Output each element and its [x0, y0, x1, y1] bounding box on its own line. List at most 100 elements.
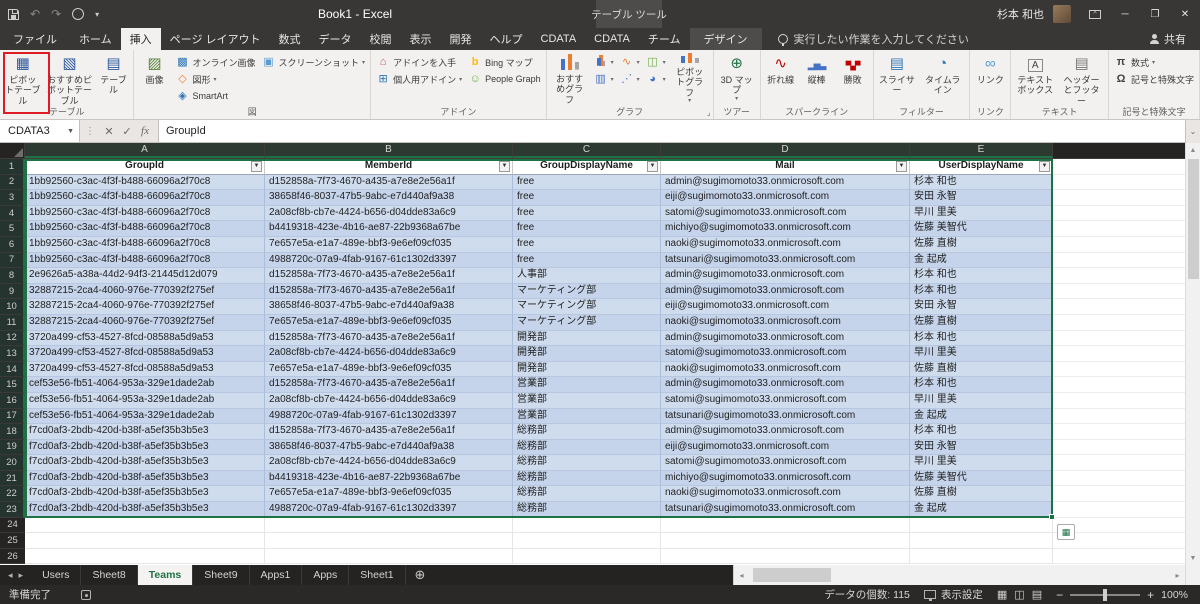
text-box-button[interactable]: テキストボックス — [1014, 52, 1056, 105]
symbol-button[interactable]: 記号と特殊文字 — [1112, 71, 1196, 87]
scroll-up-icon[interactable]: ▲ — [1190, 143, 1197, 157]
row-header[interactable]: 25 — [0, 533, 25, 549]
header-footer-button[interactable]: ヘッダーとフッター — [1058, 52, 1105, 105]
row-header[interactable]: 4 — [0, 205, 25, 222]
insert-function-icon[interactable]: fx — [136, 120, 154, 142]
cell[interactable]: 金 起成 — [910, 252, 1053, 269]
cell[interactable]: tatsunari@sugimomoto33.onmicrosoft.com — [661, 502, 910, 518]
cell[interactable]: 4988720c-07a9-4fab-9167-61c1302d3397 — [265, 502, 513, 518]
vertical-scrollbar[interactable]: ▲ ▼ — [1185, 143, 1200, 565]
cell[interactable]: michiyo@sugimomoto33.onmicrosoft.com — [661, 221, 910, 237]
cell[interactable] — [265, 533, 513, 549]
get-add-ins-button[interactable]: アドインを入手 — [374, 54, 464, 70]
my-add-ins-button[interactable]: 個人用アドイン▾ — [374, 71, 464, 87]
cell[interactable]: 2a08cf8b-cb7e-4424-b656-d04dde83a6c9 — [265, 346, 513, 362]
cell[interactable]: 1bb92560-c3ac-4f3f-b488-66096a2f70c8 — [25, 205, 265, 222]
ribbon-tab[interactable]: 数式 — [270, 28, 310, 50]
cell[interactable]: 1bb92560-c3ac-4f3f-b488-66096a2f70c8 — [25, 190, 265, 206]
cell[interactable]: 総務部 — [513, 502, 661, 518]
zoom-level[interactable]: 100% — [1161, 589, 1188, 601]
row-header[interactable]: 21 — [0, 470, 25, 487]
normal-view-button[interactable]: ▦ — [997, 588, 1007, 601]
row-header[interactable]: 22 — [0, 486, 25, 503]
cell[interactable]: f7cd0af3-2bdb-420d-b38f-a5ef35b3b5e3 — [25, 470, 265, 487]
cell[interactable]: d152858a-7f73-4670-a435-a7e8e2e56a1f — [265, 377, 513, 393]
cell[interactable]: 3720a499-cf53-4527-8fcd-08588a5d9a53 — [25, 346, 265, 362]
cell[interactable]: 安田 永智 — [910, 299, 1053, 315]
cell[interactable]: 1bb92560-c3ac-4f3f-b488-66096a2f70c8 — [25, 252, 265, 269]
new-sheet-button[interactable]: ⊕ — [406, 565, 435, 585]
cell[interactable]: 佐藤 直樹 — [910, 314, 1053, 331]
ribbon-tab[interactable]: 校閲 — [361, 28, 401, 50]
cell[interactable]: 1bb92560-c3ac-4f3f-b488-66096a2f70c8 — [25, 174, 265, 191]
zoom-out-button[interactable]: − — [1056, 588, 1063, 602]
row-header[interactable]: 8 — [0, 268, 25, 284]
cell[interactable]: satomi@sugimomoto33.onmicrosoft.com — [661, 346, 910, 362]
cell[interactable]: 佐藤 直樹 — [910, 361, 1053, 378]
winloss-sparkline-button[interactable]: 勝敗 — [836, 52, 870, 105]
cell[interactable]: 金 起成 — [910, 408, 1053, 425]
sheet-nav-right-icon[interactable]: ▸ — [19, 570, 24, 581]
column-sparkline-button[interactable]: 縦棒 — [800, 52, 834, 105]
redo-icon[interactable]: ↷ — [51, 7, 61, 21]
cell[interactable]: 2a08cf8b-cb7e-4424-b656-d04dde83a6c9 — [265, 392, 513, 409]
cell[interactable]: 4988720c-07a9-4fab-9167-61c1302d3397 — [265, 408, 513, 425]
cell[interactable]: d152858a-7f73-4670-a435-a7e8e2e56a1f — [265, 424, 513, 440]
cell[interactable]: マーケティング部 — [513, 283, 661, 300]
row-header[interactable]: 6 — [0, 236, 25, 253]
line-sparkline-button[interactable]: 折れ線 — [764, 52, 798, 105]
scatter-chart-button[interactable]: ▾ — [618, 71, 642, 87]
cell[interactable]: michiyo@sugimomoto33.onmicrosoft.com — [661, 470, 910, 487]
row-header[interactable]: 1 — [0, 159, 25, 175]
cell[interactable]: 佐藤 直樹 — [910, 486, 1053, 503]
cell[interactable]: 営業部 — [513, 377, 661, 393]
sheet-tab[interactable]: Users — [31, 565, 82, 585]
sheet-tab[interactable]: Apps — [302, 565, 350, 585]
save-icon[interactable] — [8, 8, 19, 20]
zoom-in-button[interactable]: + — [1147, 588, 1154, 602]
cell[interactable]: 32887215-2ca4-4060-976e-770392f275ef — [25, 314, 265, 331]
scroll-left-icon[interactable]: ◂ — [734, 571, 749, 580]
cell[interactable]: d152858a-7f73-4670-a435-a7e8e2e56a1f — [265, 330, 513, 347]
cell[interactable]: 7e657e5a-e1a7-489e-bbf3-9e6ef09cf035 — [265, 486, 513, 503]
ribbon-tab[interactable]: チーム — [639, 28, 690, 50]
cell[interactable] — [661, 533, 910, 549]
filter-button[interactable]: ▼ — [1039, 161, 1050, 172]
people-graph-button[interactable]: People Graph — [466, 71, 543, 87]
row-header[interactable]: 26 — [0, 548, 25, 565]
cell[interactable]: cef53e56-fb51-4064-953a-329e1dade2ab — [25, 392, 265, 409]
share-button[interactable]: 共有 — [1150, 28, 1200, 50]
cell[interactable]: 32887215-2ca4-4060-976e-770392f275ef — [25, 283, 265, 300]
cell[interactable]: 早川 里美 — [910, 392, 1053, 409]
undo-icon[interactable]: ↶ — [30, 7, 40, 21]
cell[interactable] — [25, 533, 265, 549]
cell[interactable]: d152858a-7f73-4670-a435-a7e8e2e56a1f — [265, 283, 513, 300]
screenshot-button[interactable]: スクリーンショット▾ — [259, 54, 367, 70]
row-header[interactable]: 13 — [0, 346, 25, 362]
online-pictures-button[interactable]: オンライン画像 — [173, 54, 257, 70]
cell[interactable]: 早川 里美 — [910, 346, 1053, 362]
cell[interactable]: 佐藤 美智代 — [910, 470, 1053, 487]
cell[interactable]: admin@sugimomoto33.onmicrosoft.com — [661, 174, 910, 191]
cell[interactable]: 7e657e5a-e1a7-489e-bbf3-9e6ef09cf035 — [265, 314, 513, 331]
cell[interactable]: 安田 永智 — [910, 439, 1053, 456]
line-chart-button[interactable]: ▾ — [618, 54, 642, 70]
cell[interactable]: cef53e56-fb51-4064-953a-329e1dade2ab — [25, 377, 265, 393]
cell[interactable]: f7cd0af3-2bdb-420d-b38f-a5ef35b3b5e3 — [25, 424, 265, 440]
cell[interactable]: 1bb92560-c3ac-4f3f-b488-66096a2f70c8 — [25, 236, 265, 253]
cell[interactable]: 開発部 — [513, 346, 661, 362]
pictures-button[interactable]: 画像 — [137, 52, 171, 105]
cell[interactable] — [513, 533, 661, 549]
cell[interactable]: 杉本 和也 — [910, 377, 1053, 393]
column-header[interactable]: E — [910, 143, 1053, 158]
cell[interactable]: 2a08cf8b-cb7e-4424-b656-d04dde83a6c9 — [265, 205, 513, 222]
cell[interactable]: 開発部 — [513, 330, 661, 347]
cell[interactable]: naoki@sugimomoto33.onmicrosoft.com — [661, 486, 910, 503]
touch-mode-icon[interactable] — [72, 8, 85, 20]
row-header[interactable]: 5 — [0, 221, 25, 237]
cell[interactable] — [265, 517, 513, 534]
cell[interactable]: admin@sugimomoto33.onmicrosoft.com — [661, 283, 910, 300]
row-header[interactable]: 19 — [0, 439, 25, 456]
ribbon-tab[interactable]: ホーム — [70, 28, 121, 50]
cell[interactable]: cef53e56-fb51-4064-953a-329e1dade2ab — [25, 408, 265, 425]
